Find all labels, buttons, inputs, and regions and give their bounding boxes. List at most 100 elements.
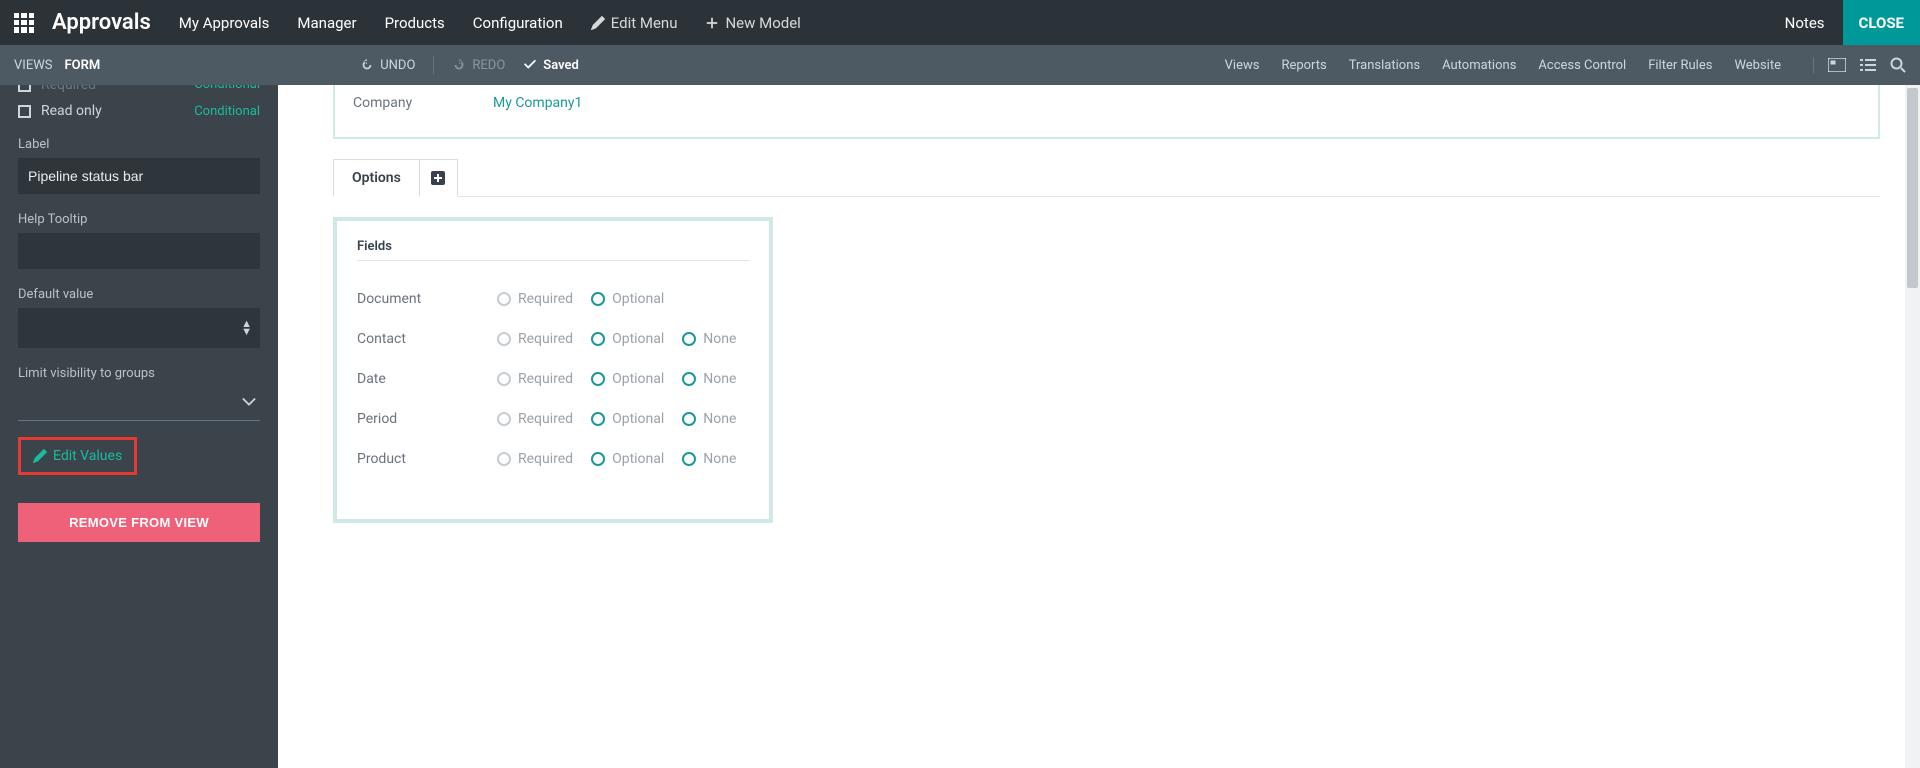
default-value-select[interactable]: ▲▼: [18, 308, 260, 348]
limit-visibility-select[interactable]: [18, 387, 260, 421]
label-input[interactable]: [18, 158, 260, 194]
nav-manager[interactable]: Manager: [297, 14, 356, 32]
undo-button[interactable]: UNDO: [360, 58, 415, 73]
company-label: Company: [353, 95, 493, 111]
list-view-icon[interactable]: [1860, 58, 1876, 72]
radio-option-none[interactable]: None: [682, 331, 736, 347]
fields-heading: Fields: [357, 239, 749, 261]
edit-menu-link[interactable]: Edit Menu: [591, 14, 678, 32]
radio-option-required[interactable]: Required: [497, 291, 573, 307]
radio-icon: [682, 372, 696, 386]
field-row: DateRequired Optional None: [357, 359, 749, 399]
radio-option-none[interactable]: None: [682, 451, 736, 467]
readonly-label: Read only: [41, 103, 102, 119]
radio-icon: [497, 292, 511, 306]
undo-icon: [360, 58, 374, 72]
field-name-label: Date: [357, 371, 497, 387]
saved-indicator: Saved: [523, 58, 579, 73]
radio-icon: [682, 452, 696, 466]
default-fieldlabel: Default value: [18, 287, 260, 302]
subnav-translations[interactable]: Translations: [1349, 58, 1420, 73]
radio-icon: [497, 372, 511, 386]
check-icon: [523, 58, 537, 72]
radio-icon: [591, 452, 605, 466]
nav-configuration[interactable]: Configuration: [473, 14, 563, 32]
remove-from-view-button[interactable]: REMOVE FROM VIEW: [18, 503, 260, 542]
nav-products[interactable]: Products: [385, 14, 445, 32]
radio-icon: [591, 412, 605, 426]
pencil-icon: [33, 449, 47, 463]
field-name-label: Period: [357, 411, 497, 427]
radio-option-required[interactable]: Required: [497, 411, 573, 427]
main-scrollbar[interactable]: [1905, 85, 1920, 768]
radio-icon: [682, 412, 696, 426]
company-link[interactable]: My Company1: [493, 95, 582, 111]
top-navbar: Approvals My Approvals Manager Products …: [0, 0, 1920, 45]
record-header-card: Company My Company1: [333, 85, 1880, 139]
radio-option-required[interactable]: Required: [497, 331, 573, 347]
readonly-checkbox[interactable]: [18, 105, 31, 118]
plus-square-icon: [431, 171, 445, 185]
studio-subnav: VIEWS FORM UNDO REDO Saved Views Reports…: [0, 45, 1920, 85]
edit-values-highlight: Edit Values: [18, 437, 137, 475]
app-title: Approvals: [52, 10, 151, 35]
readonly-conditional-link[interactable]: Conditional: [194, 104, 260, 119]
nav-my-approvals[interactable]: My Approvals: [179, 14, 270, 32]
radio-icon: [591, 372, 605, 386]
edit-values-button[interactable]: Edit Values: [25, 442, 130, 470]
help-tooltip-input[interactable]: [18, 233, 260, 269]
chevron-down-icon: [242, 395, 256, 409]
radio-icon: [682, 332, 696, 346]
radio-option-optional[interactable]: Optional: [591, 331, 664, 347]
tab-options[interactable]: Options: [333, 159, 420, 197]
radio-icon: [497, 452, 511, 466]
notes-link[interactable]: Notes: [1785, 14, 1825, 32]
radio-icon: [591, 292, 605, 306]
form-label: FORM: [64, 58, 100, 73]
radio-icon: [497, 332, 511, 346]
field-row: DocumentRequired Optional: [357, 279, 749, 319]
views-label: VIEWS: [14, 58, 52, 73]
new-model-link[interactable]: New Model: [705, 14, 800, 32]
redo-icon: [452, 58, 466, 72]
field-row: ProductRequired Optional None: [357, 439, 749, 479]
redo-button[interactable]: REDO: [452, 58, 505, 73]
required-checkbox[interactable]: [18, 85, 31, 92]
radio-icon: [497, 412, 511, 426]
subnav-filter-rules[interactable]: Filter Rules: [1648, 58, 1712, 73]
radio-option-optional[interactable]: Optional: [591, 451, 664, 467]
label-fieldlabel: Label: [18, 137, 260, 152]
radio-option-required[interactable]: Required: [497, 371, 573, 387]
subnav-access-control[interactable]: Access Control: [1538, 58, 1626, 73]
field-name-label: Contact: [357, 331, 497, 347]
radio-option-optional[interactable]: Optional: [591, 291, 664, 307]
search-icon[interactable]: [1890, 57, 1906, 73]
radio-option-optional[interactable]: Optional: [591, 411, 664, 427]
form-editor-canvas: Company My Company1 Options Fields Docum…: [293, 85, 1920, 768]
subnav-reports[interactable]: Reports: [1281, 58, 1326, 73]
radio-icon: [591, 332, 605, 346]
radio-option-optional[interactable]: Optional: [591, 371, 664, 387]
select-updown-icon: ▲▼: [241, 320, 252, 336]
field-name-label: Document: [357, 291, 497, 307]
close-button[interactable]: CLOSE: [1843, 0, 1920, 45]
subnav-website[interactable]: Website: [1734, 58, 1781, 73]
required-conditional-cut[interactable]: Conditional: [194, 85, 260, 92]
radio-option-required[interactable]: Required: [497, 451, 573, 467]
fields-card: Fields DocumentRequiredOptionalContactRe…: [333, 217, 773, 523]
plus-icon: [705, 16, 719, 30]
tab-bar: Options: [333, 159, 1880, 197]
card-view-icon[interactable]: [1828, 58, 1846, 72]
limit-fieldlabel: Limit visibility to groups: [18, 366, 260, 381]
field-row: PeriodRequired Optional None: [357, 399, 749, 439]
apps-icon[interactable]: [14, 13, 34, 33]
required-label: Required: [41, 85, 96, 93]
help-fieldlabel: Help Tooltip: [18, 212, 260, 227]
radio-option-none[interactable]: None: [682, 371, 736, 387]
tab-add-button[interactable]: [420, 159, 458, 197]
properties-sidebar: Conditional Required Read only Condition…: [0, 85, 278, 768]
subnav-views[interactable]: Views: [1225, 58, 1260, 73]
field-name-label: Product: [357, 451, 497, 467]
subnav-automations[interactable]: Automations: [1442, 58, 1516, 73]
radio-option-none[interactable]: None: [682, 411, 736, 427]
